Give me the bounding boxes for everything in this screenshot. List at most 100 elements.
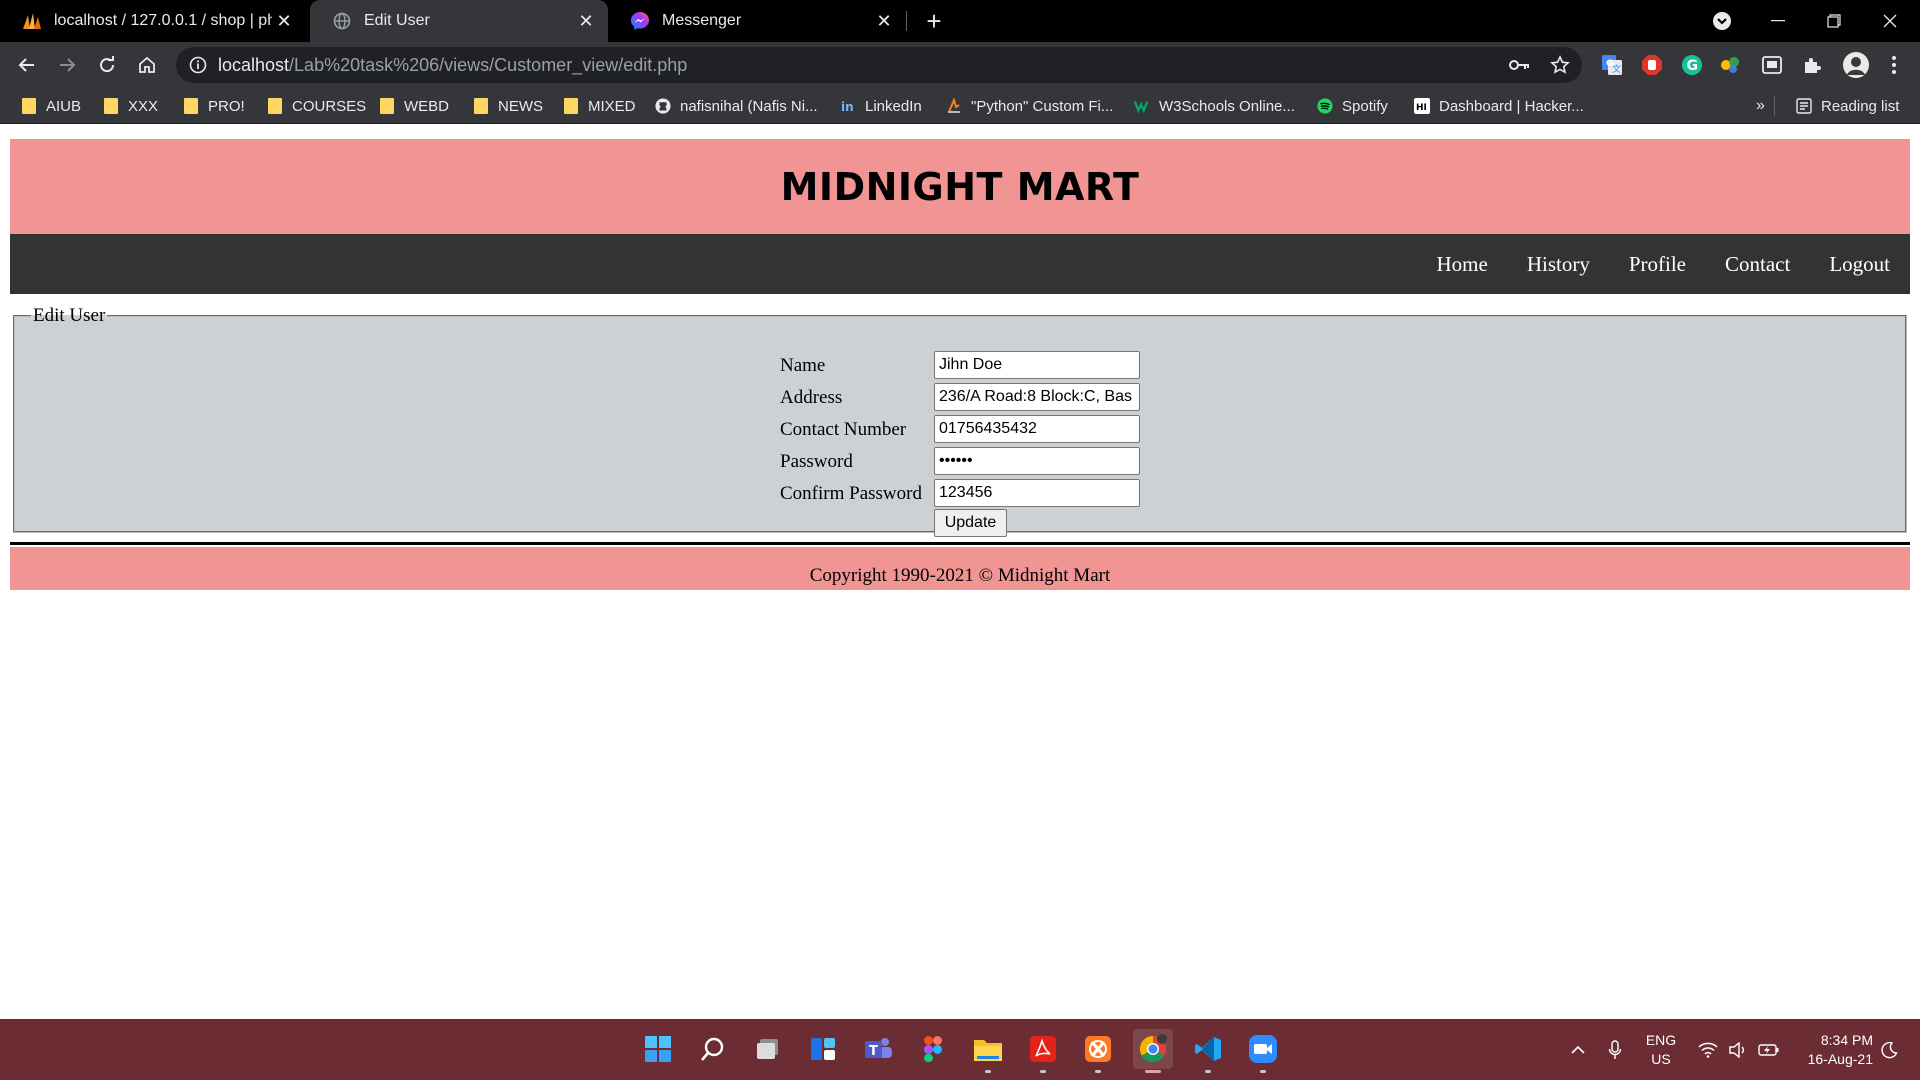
new-tab-button[interactable]: +	[918, 6, 950, 36]
bookmark-xxx[interactable]: XXX	[103, 88, 158, 124]
bookmark-mixed[interactable]: MIXED	[563, 88, 636, 124]
bookmark-python[interactable]: "Python" Custom Fi...	[946, 88, 1113, 124]
close-icon	[1883, 14, 1897, 28]
nav-link-history[interactable]: History	[1527, 252, 1590, 277]
reload-button[interactable]	[91, 49, 123, 81]
site-nav: Home History Profile Contact Logout	[10, 234, 1910, 294]
browser-menu-icon[interactable]	[1882, 53, 1906, 77]
bookmark-label: "Python" Custom Fi...	[971, 97, 1114, 115]
key-icon[interactable]	[1508, 53, 1532, 77]
name-field[interactable]	[934, 351, 1140, 379]
running-indicator	[985, 1070, 991, 1073]
taskbar-chrome[interactable]	[1133, 1029, 1173, 1073]
bookmark-label: NEWS	[498, 97, 543, 115]
site-footer: Copyright 1990-2021 © Midnight Mart	[10, 547, 1910, 590]
bookmark-pro[interactable]: PRO!	[183, 88, 245, 124]
bookmark-webd[interactable]: WEBD	[379, 88, 449, 124]
start-button[interactable]	[638, 1029, 678, 1069]
xampp-icon	[1085, 1036, 1111, 1062]
bookmark-hackerrank[interactable]: HI Dashboard | Hacker...	[1414, 88, 1584, 124]
wifi-icon	[1698, 1042, 1718, 1058]
form-row-name: Name	[780, 351, 1160, 381]
input-language-button[interactable]: ENG US	[1643, 1031, 1679, 1069]
wifi-status[interactable]	[1696, 1019, 1720, 1080]
url-text[interactable]: localhost/Lab%20task%206/views/Customer_…	[218, 47, 687, 83]
nav-link-home[interactable]: Home	[1437, 252, 1488, 277]
reading-list-label: Reading list	[1821, 97, 1900, 115]
bookmark-linkedin[interactable]: in LinkedIn	[840, 88, 922, 124]
contact-number-field[interactable]	[934, 415, 1140, 443]
globe-icon	[332, 11, 352, 31]
nav-link-contact[interactable]: Contact	[1725, 252, 1790, 277]
close-tab-icon[interactable]: ✕	[574, 9, 598, 33]
running-indicator	[1095, 1070, 1101, 1073]
taskbar-xampp[interactable]	[1078, 1029, 1118, 1073]
side-panel-icon[interactable]	[1760, 53, 1784, 77]
password-field[interactable]	[934, 447, 1140, 475]
copyright-text: Copyright 1990-2021 © Midnight Mart	[809, 565, 1111, 586]
bookmark-label: XXX	[128, 97, 159, 115]
widgets-button[interactable]	[803, 1029, 843, 1069]
site-info-icon[interactable]	[188, 55, 208, 75]
folder-icon	[21, 98, 37, 114]
taskbar-vscode[interactable]	[1188, 1029, 1228, 1073]
tab-separator	[906, 11, 907, 31]
address-label: Address	[780, 387, 843, 408]
bookmark-star-icon[interactable]	[1548, 53, 1572, 77]
bookmark-aiub[interactable]: AIUB	[21, 88, 81, 124]
microphone-button[interactable]	[1603, 1019, 1627, 1080]
task-view-button[interactable]	[748, 1029, 788, 1069]
bookmark-spotify[interactable]: Spotify	[1317, 88, 1388, 124]
tab-search-button[interactable]	[1694, 0, 1750, 42]
nav-link-logout[interactable]: Logout	[1829, 252, 1890, 277]
confirm-password-field[interactable]	[934, 479, 1140, 507]
svg-text:in: in	[841, 100, 854, 114]
taskbar-file-explorer[interactable]	[968, 1029, 1008, 1073]
volume-status[interactable]	[1726, 1019, 1750, 1080]
show-hidden-icons-button[interactable]	[1565, 1019, 1591, 1080]
clock[interactable]: 8:34 PM 16-Aug-21	[1793, 1031, 1873, 1069]
extensions-puzzle-icon[interactable]	[1800, 53, 1824, 77]
close-window-button[interactable]	[1862, 0, 1918, 42]
bookmark-w3schools[interactable]: W3Schools Online...	[1134, 88, 1295, 124]
bookmark-news[interactable]: NEWS	[473, 88, 543, 124]
restore-icon	[1827, 14, 1841, 28]
taskbar-teams[interactable]: T	[858, 1029, 898, 1069]
browser-toolbar: localhost/Lab%20task%206/views/Customer_…	[0, 42, 1920, 88]
taskbar-zoom[interactable]	[1243, 1029, 1283, 1073]
minimize-button[interactable]	[1750, 0, 1806, 42]
color-picker-icon[interactable]	[1718, 53, 1742, 77]
bookmarks-separator	[1774, 96, 1775, 116]
google-translate-icon[interactable]: G文	[1600, 53, 1624, 77]
taskbar-acrobat[interactable]	[1023, 1029, 1063, 1073]
focus-assist-button[interactable]	[1876, 1019, 1902, 1080]
reading-list-button[interactable]: Reading list	[1796, 88, 1899, 124]
profile-avatar[interactable]	[1841, 50, 1871, 80]
bookmarks-overflow-button[interactable]: »	[1756, 88, 1765, 124]
adblock-icon[interactable]	[1640, 53, 1664, 77]
restore-button[interactable]	[1806, 0, 1862, 42]
back-button[interactable]	[11, 49, 43, 81]
address-bar[interactable]: localhost/Lab%20task%206/views/Customer_…	[176, 47, 1582, 83]
url-host: localhost	[218, 55, 290, 75]
task-view-icon	[757, 1039, 778, 1059]
tab-phpmyadmin[interactable]: localhost / 127.0.0.1 / shop | php ✕	[0, 0, 306, 42]
battery-status[interactable]	[1756, 1019, 1782, 1080]
bookmark-github[interactable]: nafisnihal (Nafis Ni...	[655, 88, 818, 124]
tab-messenger[interactable]: Messenger ✕	[608, 0, 906, 42]
github-icon	[655, 98, 671, 114]
grammarly-icon[interactable]: G	[1680, 53, 1704, 77]
taskbar-figma[interactable]	[913, 1029, 953, 1069]
nav-link-profile[interactable]: Profile	[1629, 252, 1686, 277]
home-button[interactable]	[131, 49, 163, 81]
close-tab-icon[interactable]: ✕	[272, 9, 296, 33]
tab-edit-user[interactable]: Edit User ✕	[310, 0, 608, 42]
python-icon	[946, 98, 962, 114]
address-field[interactable]	[934, 383, 1140, 411]
taskbar-search[interactable]	[693, 1029, 733, 1069]
close-tab-icon[interactable]: ✕	[872, 9, 896, 33]
bookmark-courses[interactable]: COURSES	[267, 88, 366, 124]
home-icon	[139, 56, 155, 73]
forward-button[interactable]	[51, 49, 83, 81]
update-button[interactable]: Update	[934, 509, 1007, 537]
